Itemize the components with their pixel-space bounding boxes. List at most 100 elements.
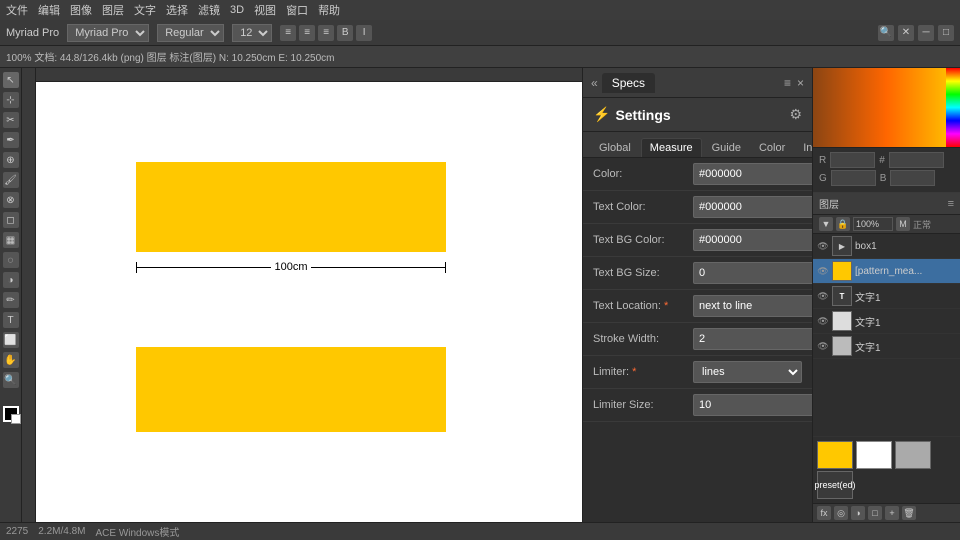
layer-thumb-layer2 <box>832 311 852 331</box>
settings-header: ⚡ Settings ⚙ <box>583 98 812 132</box>
menu-text[interactable]: 文字 <box>134 2 156 18</box>
eyedropper-tool[interactable]: ✒ <box>3 132 19 148</box>
align-left-icon[interactable]: ≡ <box>280 25 296 41</box>
minimize-icon[interactable]: ─ <box>918 25 934 41</box>
r-input[interactable] <box>830 152 875 168</box>
foreground-color[interactable] <box>3 406 19 422</box>
specs-menu-icon[interactable]: ≡ <box>784 76 791 90</box>
layer-eye-icon-2[interactable]: 👁 <box>817 265 829 277</box>
clone-tool[interactable]: ⊗ <box>3 192 19 208</box>
menu-view[interactable]: 视图 <box>254 2 276 18</box>
settings-title-text: Settings <box>615 107 670 123</box>
zoom-tool[interactable]: 🔍 <box>3 372 19 388</box>
layers-title: 图层 <box>819 196 839 211</box>
thumb-preset-2[interactable] <box>856 441 892 469</box>
layer-fx-icon[interactable]: fx <box>817 506 831 520</box>
thumb-preset-1[interactable] <box>817 441 853 469</box>
tab-measure[interactable]: Measure <box>641 138 702 157</box>
layers-list: 👁 ▶ box1 👁 [pattern_mea... 👁 T 文字1 👁 <box>813 234 960 436</box>
b-input[interactable] <box>890 170 935 186</box>
italic-icon[interactable]: I <box>356 25 372 41</box>
settings-gear-icon[interactable]: ⚙ <box>789 106 802 123</box>
menu-edit[interactable]: 编辑 <box>38 2 60 18</box>
color-spectrum[interactable] <box>946 68 960 147</box>
layer-new-icon[interactable]: + <box>885 506 899 520</box>
layer-item-box1[interactable]: 👁 ▶ box1 <box>813 234 960 259</box>
specs-close-button[interactable]: × <box>797 76 804 90</box>
color-input[interactable] <box>693 163 812 185</box>
font-size-select[interactable]: 12 <box>232 24 272 42</box>
maximize-icon[interactable]: □ <box>938 25 954 41</box>
arrow-tool[interactable]: ↖ <box>3 72 19 88</box>
select-tool[interactable]: ⊹ <box>3 92 19 108</box>
thumb-preset-3[interactable] <box>895 441 931 469</box>
yellow-rect-2[interactable] <box>136 347 446 432</box>
gradient-tool[interactable]: ▦ <box>3 232 19 248</box>
shape-tool[interactable]: ⬜ <box>3 332 19 348</box>
layer-adjust-icon[interactable]: ◑ <box>851 506 865 520</box>
blur-tool[interactable]: ◌ <box>3 252 19 268</box>
align-center-icon[interactable]: ≡ <box>299 25 315 41</box>
tab-guide[interactable]: Guide <box>704 139 749 157</box>
layer-mask-icon[interactable]: ◎ <box>834 506 848 520</box>
bold-icon[interactable]: B <box>337 25 353 41</box>
crop-tool[interactable]: ✂ <box>3 112 19 128</box>
eraser-tool[interactable]: ◻ <box>3 212 19 228</box>
g-input[interactable] <box>831 170 876 186</box>
limiter-size-input[interactable]: 10 <box>693 394 812 416</box>
layer-eye-icon-3[interactable]: 👁 <box>817 290 829 302</box>
text-color-input[interactable] <box>693 196 812 218</box>
background-color[interactable] <box>11 414 21 424</box>
menu-filter[interactable]: 滤镜 <box>198 2 220 18</box>
thumb-preset-4[interactable]: preset(ed) <box>817 471 853 499</box>
layer-lock-icon[interactable]: 🔒 <box>836 217 850 231</box>
menu-select[interactable]: 选择 <box>166 2 188 18</box>
text-tool[interactable]: T <box>3 312 19 328</box>
layer-mode-icon[interactable]: M <box>896 217 910 231</box>
specs-tab[interactable]: Specs <box>602 73 655 93</box>
text-location-input[interactable]: next to line <box>693 295 812 317</box>
layer-group-icon[interactable]: □ <box>868 506 882 520</box>
back-button[interactable]: « <box>591 76 598 90</box>
text-bg-size-input[interactable] <box>693 262 812 284</box>
limiter-select[interactable]: lines arrows none <box>693 361 802 383</box>
layer-delete-icon[interactable]: 🗑 <box>902 506 916 520</box>
gradient-preview[interactable] <box>813 68 960 147</box>
layers-options-icon[interactable]: ≡ <box>948 198 954 210</box>
status-coords: 2275 <box>6 526 28 537</box>
tab-global[interactable]: Global <box>591 139 639 157</box>
font-family-select[interactable]: Myriad Pro <box>67 24 149 42</box>
search-icon[interactable]: 🔍 <box>878 25 894 41</box>
menu-help[interactable]: 帮助 <box>318 2 340 18</box>
tab-color[interactable]: Color <box>751 139 793 157</box>
stroke-width-input[interactable]: 2 <box>693 328 812 350</box>
layer-filter-icon[interactable]: ▼ <box>819 217 833 231</box>
hex-input[interactable] <box>889 152 944 168</box>
menu-3d[interactable]: 3D <box>230 4 244 16</box>
text-bg-color-input[interactable] <box>693 229 812 251</box>
pen-tool[interactable]: ✏ <box>3 292 19 308</box>
layer-item-text1[interactable]: 👁 T 文字1 <box>813 284 960 309</box>
close-window-icon[interactable]: ✕ <box>898 25 914 41</box>
layer-name-layer2: 文字1 <box>855 314 956 329</box>
heal-tool[interactable]: ⊕ <box>3 152 19 168</box>
align-right-icon[interactable]: ≡ <box>318 25 334 41</box>
menu-image[interactable]: 图像 <box>70 2 92 18</box>
app-name[interactable]: 文件 <box>6 2 28 18</box>
yellow-rect-1[interactable] <box>136 162 446 252</box>
layer-eye-icon-5[interactable]: 👁 <box>817 340 829 352</box>
layer-eye-icon-4[interactable]: 👁 <box>817 315 829 327</box>
dodge-tool[interactable]: ◑ <box>3 272 19 288</box>
layer-eye-icon[interactable]: 👁 <box>817 240 829 252</box>
layer-item-layer2[interactable]: 👁 文字1 <box>813 309 960 334</box>
hand-tool[interactable]: ✋ <box>3 352 19 368</box>
font-style-select[interactable]: Regular <box>157 24 224 42</box>
layer-item-layer3[interactable]: 👁 文字1 <box>813 334 960 359</box>
layer-item-pattern[interactable]: 👁 [pattern_mea... <box>813 259 960 284</box>
menu-window[interactable]: 窗口 <box>286 2 308 18</box>
layer-opacity-field[interactable]: 100% <box>853 217 893 231</box>
brush-tool[interactable]: 🖌 <box>3 172 19 188</box>
canvas-white[interactable]: 100cm <box>36 82 582 522</box>
menu-layer[interactable]: 图层 <box>102 2 124 18</box>
status-bar: 2275 2.2M/4.8M ACE Windows模式 <box>0 522 960 540</box>
